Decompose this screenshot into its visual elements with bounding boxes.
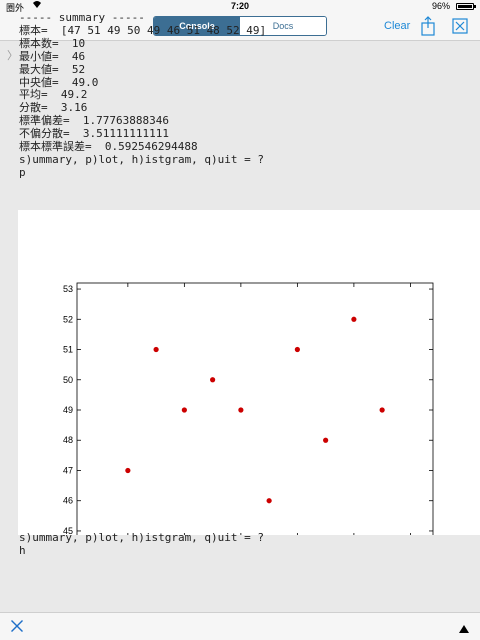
y-tick-label: 46 [63, 496, 73, 506]
summary-line: 標本標準誤差= 0.592546294488 [19, 140, 198, 154]
data-point [294, 346, 300, 353]
data-point [323, 437, 329, 443]
y-tick-label: 49 [63, 405, 73, 415]
clear-button[interactable]: Clear [384, 20, 410, 32]
share-icon[interactable] [420, 16, 436, 36]
plot-image: 454647484950515253 0246810 [18, 210, 480, 535]
data-point [125, 467, 131, 474]
summary-header: ----- summary ----- [19, 11, 145, 24]
user-input: p [19, 165, 26, 179]
menu-prompt: s)ummary, p)lot, h)istgram, q)uit = ? [19, 531, 265, 544]
console-text: ----- summary ----- 標本= [47 51 49 50 49 … [19, 11, 267, 180]
plot-frame [76, 282, 434, 535]
scatter-chart: 454647484950515253 0246810 [63, 282, 434, 535]
chevron-right-icon: 〉 [7, 50, 18, 62]
history-up-arrow-icon[interactable] [458, 621, 470, 633]
data-point [266, 498, 272, 504]
close-icon[interactable] [452, 18, 468, 34]
battery-percent: 96% [431, 1, 450, 11]
user-input: h [19, 543, 26, 557]
summary-line: 最大値= 52 [19, 62, 86, 76]
summary-line: 不偏分散= 3.51111111111 [19, 127, 169, 141]
summary-line: 中央値= 49.0 [19, 75, 99, 89]
y-tick-label: 50 [63, 375, 73, 385]
console-text-2: s)ummary, p)lot, h)istgram, q)uit = ? h [19, 531, 265, 558]
summary-line: 分散= 3.16 [19, 101, 88, 115]
y-tick-label: 53 [63, 284, 73, 294]
summary-line: 標準偏差= 1.77763888346 [19, 114, 169, 128]
y-tick-label: 51 [63, 345, 73, 355]
summary-line: 標本= [47 51 49 50 49 46 51 48 52 49] [19, 23, 267, 37]
data-point [238, 407, 244, 413]
summary-line: 最小値= 46 [19, 49, 86, 63]
data-point [351, 316, 357, 322]
y-tick-label: 52 [63, 314, 73, 324]
data-point [210, 377, 216, 383]
y-tick-label: 48 [63, 435, 73, 445]
pythonista-icon[interactable] [9, 618, 25, 634]
summary-line: 標本数= 10 [19, 36, 86, 50]
y-tick-label: 47 [63, 465, 73, 475]
battery-icon [456, 3, 476, 10]
summary-line: 平均= 49.2 [19, 88, 88, 102]
data-point [379, 407, 385, 413]
clock: 7:20 [230, 1, 249, 11]
data-point [153, 346, 159, 353]
input-bar[interactable] [0, 612, 480, 640]
menu-prompt: s)ummary, p)lot, h)istgram, q)uit = ? [19, 152, 265, 166]
data-point [181, 407, 187, 413]
